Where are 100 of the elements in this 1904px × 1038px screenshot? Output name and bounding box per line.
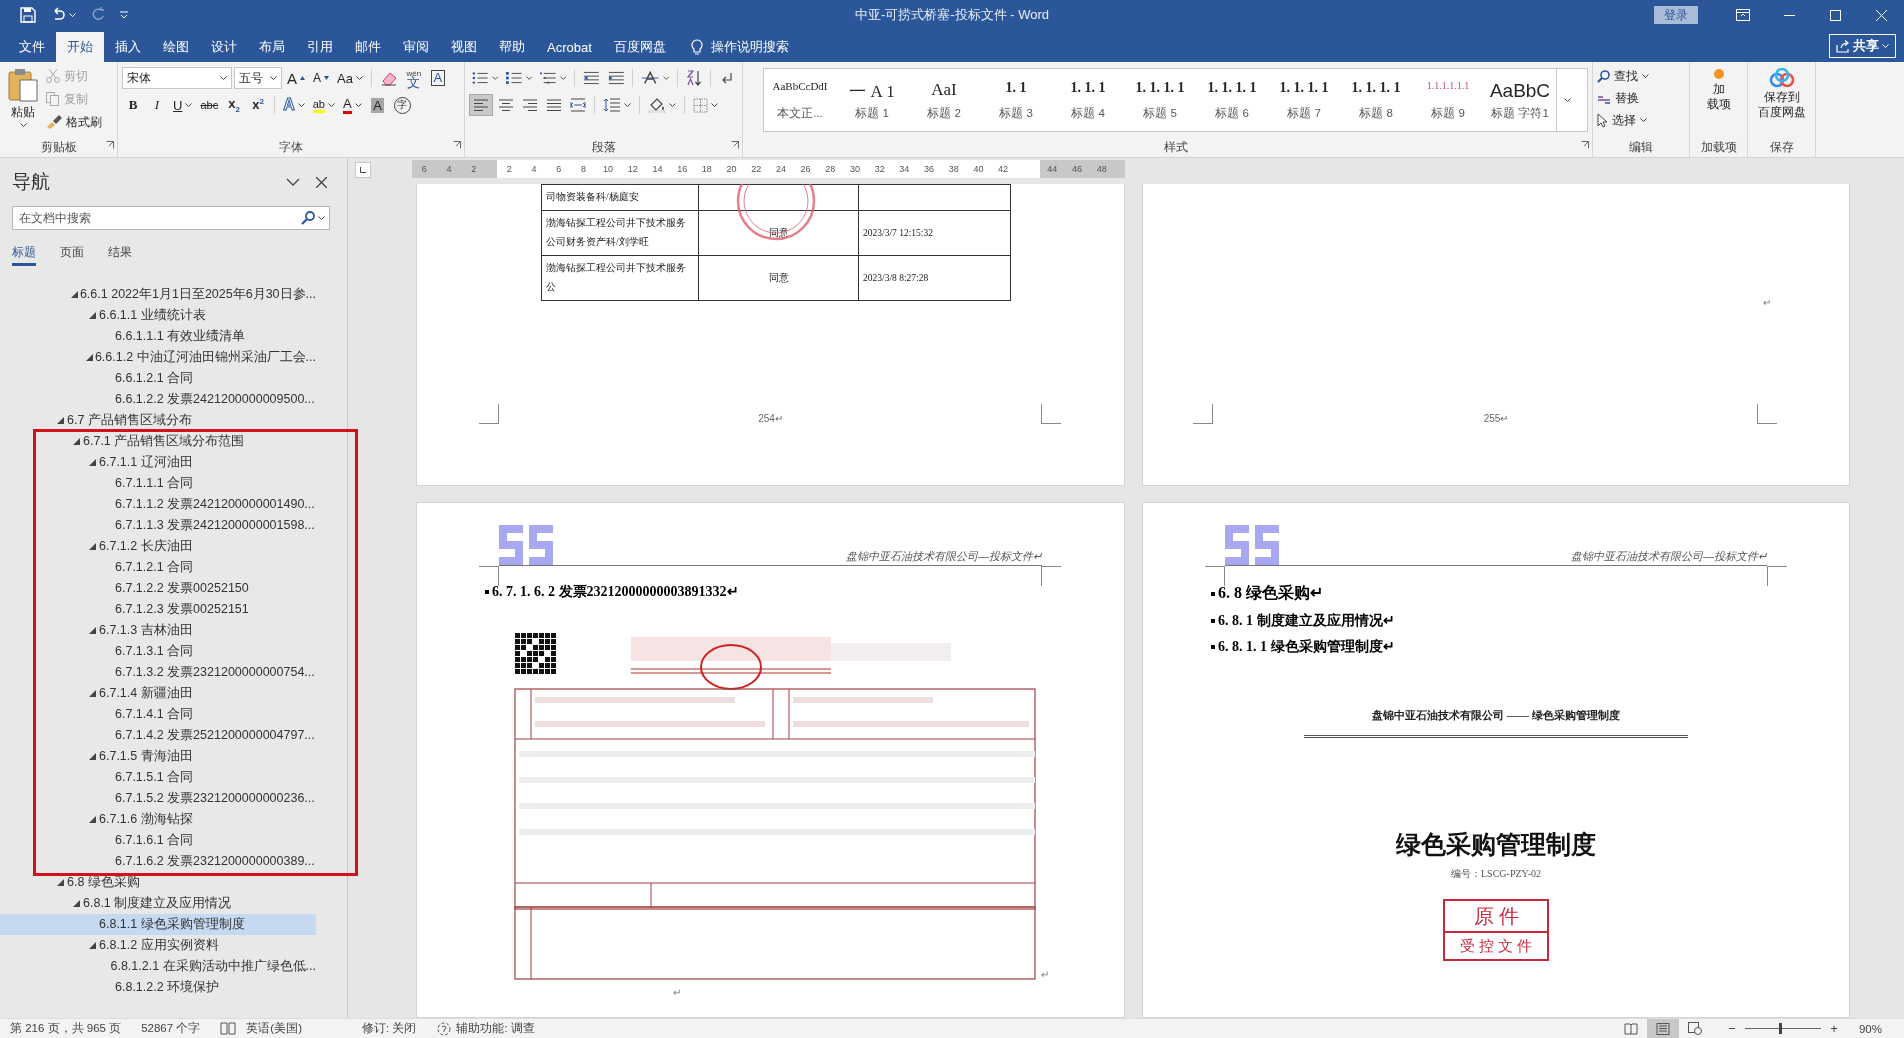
outline-item[interactable]: 6.7.1.1.1 合同 bbox=[0, 473, 316, 494]
find-button[interactable]: 查找 bbox=[1597, 66, 1685, 86]
ribbon-tab[interactable]: 视图 bbox=[440, 32, 488, 62]
style-item[interactable]: 一 A 1 标题 1 bbox=[836, 69, 908, 131]
style-item[interactable]: 1. 1 标题 3 bbox=[980, 69, 1052, 131]
outline-item[interactable]: 6.7 产品销售区域分布 bbox=[0, 410, 316, 431]
outline-item[interactable]: 6.6.1.2 中油辽河油田锦州采油厂工会... bbox=[0, 347, 316, 368]
shaded-button[interactable]: A bbox=[366, 94, 389, 116]
outline-item[interactable]: 6.6.1 2022年1月1日至2025年6月30日参... bbox=[0, 284, 316, 305]
shrink-button[interactable]: A bbox=[310, 67, 333, 89]
accessibility-status[interactable]: 辅助功能: 调查 bbox=[456, 1021, 535, 1036]
highlight-button[interactable]: ab bbox=[309, 94, 338, 116]
search-field[interactable]: 在文档中搜索 bbox=[12, 206, 330, 230]
style-item[interactable]: AaBbC 标题 字符1 bbox=[1484, 69, 1556, 131]
style-item[interactable]: AaBbCcDdI 本文正... bbox=[764, 69, 836, 131]
outline-item[interactable]: 6.7.1.1 辽河油田 bbox=[0, 452, 316, 473]
style-item[interactable]: AaI 标题 2 bbox=[908, 69, 980, 131]
font-name-dropdown[interactable]: 宋体 bbox=[122, 67, 232, 89]
outline-item[interactable]: 6.8.1 制度建立及应用情况 bbox=[0, 893, 316, 914]
ribbon-tab[interactable]: 百度网盘 bbox=[602, 32, 677, 62]
outline-item[interactable]: 6.7.1.1.3 发票2421200000001598... bbox=[0, 515, 316, 536]
share-button[interactable]: 共享 bbox=[1829, 34, 1896, 58]
ribbon-tab[interactable]: 帮助 bbox=[488, 32, 536, 62]
underline-button[interactable]: U bbox=[170, 94, 196, 116]
sub-button[interactable]: x$_{2}$ bbox=[223, 94, 246, 116]
zoom-in-button[interactable]: + bbox=[1826, 1021, 1841, 1036]
grow-button[interactable]: A bbox=[284, 67, 308, 89]
italic-button[interactable]: I bbox=[146, 94, 168, 116]
outline-item[interactable]: 6.7.1.3.2 发票2321200000000754... bbox=[0, 662, 316, 683]
strike-button[interactable]: abc bbox=[197, 94, 222, 116]
outline-item[interactable]: 6.7.1.4 新疆油田 bbox=[0, 683, 316, 704]
ribbon-tab[interactable]: 绘图 bbox=[152, 32, 200, 62]
save-to-cloud-button[interactable]: 保存到 百度网盘 bbox=[1753, 66, 1810, 122]
style-item[interactable]: 1.1.1.1.1.1 标题 9 bbox=[1412, 69, 1484, 131]
outline-item[interactable]: 6.7.1.5 青海油田 bbox=[0, 746, 316, 767]
outline-item[interactable]: 6.8.1.2.1 在采购活动中推广绿色低... bbox=[0, 956, 316, 977]
tell-me-search[interactable]: 操作说明搜索 bbox=[690, 32, 789, 62]
outline-item[interactable]: 6.7.1.4.1 合同 bbox=[0, 704, 316, 725]
outline-item[interactable]: 6.7.1.2 长庆油田 bbox=[0, 536, 316, 557]
style-item[interactable]: 1. 1. 1. 1 标题 7 bbox=[1268, 69, 1340, 131]
outline-item[interactable]: 6.6.1.2.1 合同 bbox=[0, 368, 316, 389]
pane-tab[interactable]: 结果 bbox=[108, 244, 132, 266]
outline-item[interactable]: 6.7.1.6.1 合同 bbox=[0, 830, 316, 851]
ribbon-tab[interactable]: 引用 bbox=[296, 32, 344, 62]
zoom-slider-thumb[interactable] bbox=[1779, 1023, 1783, 1034]
ribbon-tab[interactable]: 审阅 bbox=[392, 32, 440, 62]
outline-item[interactable]: 6.8.1.2 应用实例资料 bbox=[0, 935, 316, 956]
zoom-out-button[interactable]: − bbox=[1724, 1021, 1739, 1036]
outline-item[interactable]: 6.8.1.1 绿色采购管理制度 bbox=[0, 914, 316, 935]
outline-item[interactable]: 6.7.1.6.2 发票2321200000000389... bbox=[0, 851, 316, 872]
ribbon-tab[interactable]: 布局 bbox=[248, 32, 296, 62]
outline-item[interactable]: 6.7.1 产品销售区域分布范围 bbox=[0, 431, 316, 452]
sign-in-button[interactable]: 登录 bbox=[1654, 6, 1698, 24]
track-changes-status[interactable]: 修订: 关闭 bbox=[362, 1021, 417, 1036]
style-item[interactable]: 1. 1. 1. 1 标题 6 bbox=[1196, 69, 1268, 131]
outline-item[interactable]: 6.7.1.4.2 发票2521200000004797... bbox=[0, 725, 316, 746]
zoom-level[interactable]: 90% bbox=[1858, 1022, 1882, 1035]
outline-item[interactable]: 6.8 绿色采购 bbox=[0, 872, 316, 893]
bold-button[interactable]: B bbox=[122, 94, 144, 116]
outline-item[interactable]: 6.8.1.2.2 环境保护 bbox=[0, 977, 316, 998]
ribbon-tab[interactable]: Acrobat bbox=[536, 32, 603, 62]
ribbon-tab[interactable]: 开始 bbox=[56, 32, 104, 62]
outline-item[interactable]: 6.7.1.1.2 发票2421200000001490... bbox=[0, 494, 316, 515]
ribbon-tab[interactable]: 邮件 bbox=[344, 32, 392, 62]
outline-item[interactable]: 6.6.1.2.2 发票2421200000009500... bbox=[0, 389, 316, 410]
outline-item[interactable]: 6.7.1.2.2 发票00252150 bbox=[0, 578, 316, 599]
case-button[interactable]: Aa bbox=[334, 67, 366, 89]
style-item[interactable]: 1. 1. 1 标题 4 bbox=[1052, 69, 1124, 131]
paste-button[interactable]: 粘贴 bbox=[4, 66, 42, 139]
outline-item[interactable]: 6.7.1.2.1 合同 bbox=[0, 557, 316, 578]
add-ins-button[interactable]: 加 载项 bbox=[1702, 66, 1735, 114]
word-count[interactable]: 52867 个字 bbox=[141, 1021, 201, 1036]
ribbon-tab[interactable]: 设计 bbox=[200, 32, 248, 62]
tab-selector-button[interactable] bbox=[355, 162, 371, 178]
style-item[interactable]: 1. 1. 1. 1 标题 5 bbox=[1124, 69, 1196, 131]
select-button[interactable]: 选择 bbox=[1597, 110, 1685, 130]
outline-item[interactable]: 6.7.1.5.1 合同 bbox=[0, 767, 316, 788]
font-size-dropdown[interactable]: 五号 bbox=[234, 67, 282, 89]
pane-tab[interactable]: 标题 bbox=[12, 244, 36, 266]
outline-item[interactable]: 6.6.1.1.1 有效业绩清单 bbox=[0, 326, 316, 347]
outline-item[interactable]: 6.7.1.6 渤海钻探 bbox=[0, 809, 316, 830]
outline-item[interactable]: 6.7.1.3.1 合同 bbox=[0, 641, 316, 662]
phonetic-button[interactable]: wén 文 bbox=[402, 67, 425, 89]
ribbon-tab[interactable]: 文件 bbox=[8, 32, 56, 62]
language-status[interactable]: 英语(美国) bbox=[246, 1021, 302, 1036]
page-count[interactable]: 第 216 页，共 965 页 bbox=[10, 1021, 122, 1036]
dot-icon bbox=[1712, 68, 1725, 80]
sup-button[interactable]: x$^{2}$ bbox=[247, 94, 270, 116]
ribbon-tab[interactable]: 插入 bbox=[104, 32, 152, 62]
replace-button[interactable]: 替换 bbox=[1597, 88, 1685, 108]
print-view-button[interactable] bbox=[1646, 1018, 1679, 1038]
outline-item[interactable]: 6.7.1.3 吉林油田 bbox=[0, 620, 316, 641]
format-painter-button[interactable]: 格式刷 bbox=[46, 112, 102, 132]
left-button[interactable] bbox=[469, 94, 493, 116]
outline-item[interactable]: 6.7.1.5.2 发票2321200000000236... bbox=[0, 788, 316, 809]
outline-item[interactable]: 6.6.1.1 业绩统计表 bbox=[0, 305, 316, 326]
color-button[interactable]: A bbox=[339, 94, 365, 116]
style-item[interactable]: 1. 1. 1. 1 标题 8 bbox=[1340, 69, 1412, 131]
pane-tab[interactable]: 页面 bbox=[60, 244, 84, 266]
outline-item[interactable]: 6.7.1.2.3 发票00252151 bbox=[0, 599, 316, 620]
